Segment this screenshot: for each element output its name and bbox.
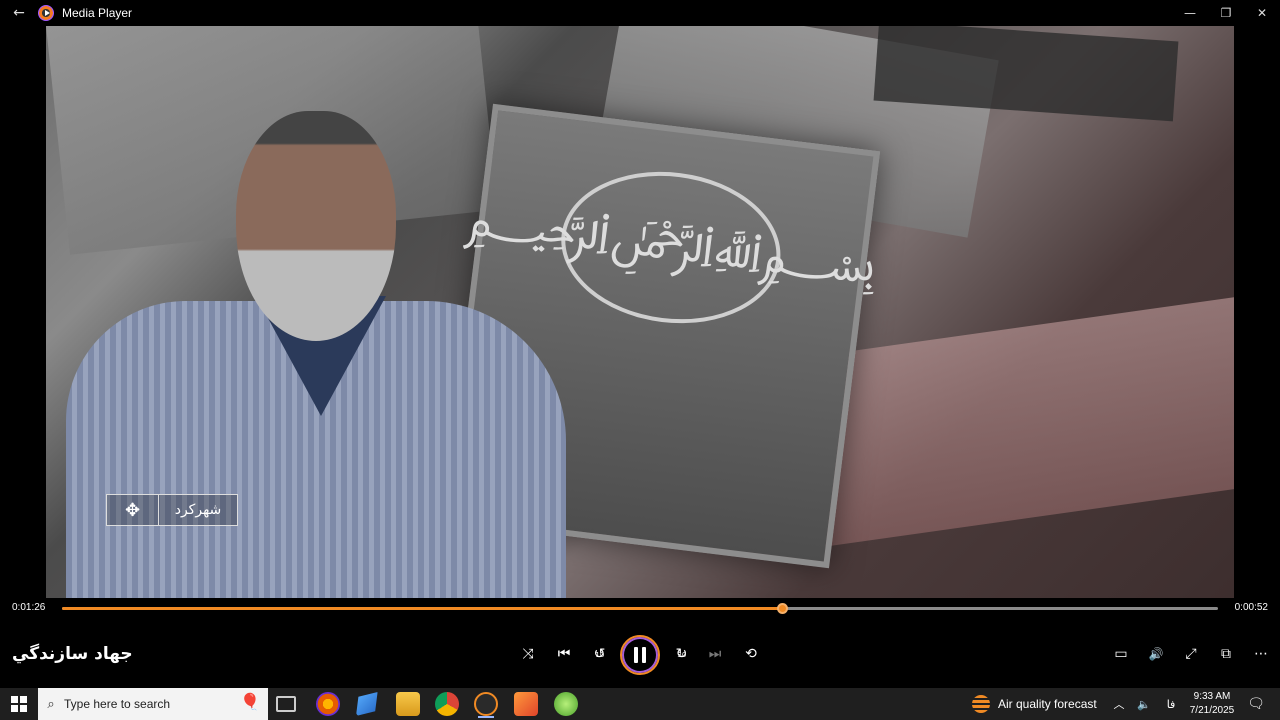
- app-icon[interactable]: [514, 692, 538, 716]
- fullscreen-button[interactable]: ⤢: [1177, 642, 1205, 666]
- media-player-app: ← Media Player — ❐ ✕ ﷽ ✥ شهرکرد 0:01:26: [0, 0, 1280, 720]
- miniplayer-icon: ⧉: [1221, 646, 1231, 662]
- captions-icon: ▭: [1114, 646, 1128, 662]
- channel-logo: ✥ شهرکرد: [106, 494, 238, 526]
- previous-button[interactable]: ⏮: [550, 642, 578, 666]
- maximize-button[interactable]: ❐: [1208, 0, 1244, 26]
- channel-logo-text: شهرکرد: [174, 502, 222, 518]
- tray-volume-button[interactable]: 🔈: [1134, 688, 1154, 720]
- next-icon: ⏭: [708, 646, 722, 662]
- window-controls: — ❐ ✕: [1172, 0, 1280, 26]
- rewind-seconds-label: 10: [595, 651, 605, 659]
- back-button[interactable]: ←: [0, 0, 38, 26]
- shuffle-icon: ⤨: [522, 646, 534, 662]
- pause-button[interactable]: [620, 635, 660, 675]
- speaker-head: [236, 111, 396, 341]
- seek-bar-fill: [62, 607, 783, 610]
- channel-mark-icon: ✥: [107, 495, 159, 525]
- window-title: Media Player: [62, 6, 133, 20]
- start-button[interactable]: [0, 688, 38, 720]
- seek-bar[interactable]: [62, 603, 1218, 614]
- seek-bar-row: 0:01:26 0:00:52: [0, 598, 1280, 618]
- clock-time: 9:33 AM: [1193, 691, 1231, 702]
- captions-button[interactable]: ▭: [1107, 642, 1135, 666]
- more-options-button[interactable]: ⋯: [1247, 642, 1275, 666]
- windows-taskbar: ⌕ Type here to search 🎈 Air quality fore…: [0, 688, 1280, 720]
- elapsed-time: 0:01:26: [12, 602, 46, 613]
- media-player-app-icon: [38, 5, 54, 21]
- rewind-10-button[interactable]: ↺ 10: [585, 642, 613, 666]
- language-indicator[interactable]: فا: [1160, 688, 1182, 720]
- search-highlight-icon: 🎈: [240, 692, 260, 711]
- search-icon: ⌕: [47, 696, 55, 712]
- weather-widget[interactable]: Air quality forecast: [972, 688, 1097, 720]
- repeat-button[interactable]: ⟲: [737, 642, 765, 666]
- notification-icon: 🗨: [1247, 696, 1265, 712]
- close-icon: ✕: [1256, 6, 1268, 20]
- volume-button[interactable]: 🔊: [1142, 642, 1170, 666]
- app-icon[interactable]: [554, 692, 578, 716]
- minimize-button[interactable]: —: [1172, 0, 1208, 26]
- forward-seconds-label: 30: [677, 651, 687, 659]
- chrome-icon[interactable]: [435, 692, 459, 716]
- taskbar-clock[interactable]: 9:33 AM 7/21/2025: [1184, 690, 1240, 718]
- shuffle-button[interactable]: ⤨: [514, 642, 542, 666]
- repeat-icon: ⟲: [745, 646, 757, 662]
- minimize-icon: —: [1184, 6, 1196, 20]
- chevron-up-icon: ︿: [1113, 698, 1125, 711]
- task-view-icon[interactable]: [276, 696, 296, 712]
- close-button[interactable]: ✕: [1244, 0, 1280, 26]
- miniplayer-button[interactable]: ⧉: [1212, 642, 1240, 666]
- more-icon: ⋯: [1254, 646, 1268, 662]
- air-quality-icon: [972, 695, 990, 713]
- transport-controls: جهاد سازندگي ⤨ ⏮ ↺ 10 ↻ 30 ⏭ ⟲ ▭ 🔊 ⤢ ⧉ ⋯: [0, 622, 1280, 686]
- firefox-icon[interactable]: [316, 692, 340, 716]
- maximize-icon: ❐: [1220, 6, 1232, 20]
- background-photo: [795, 294, 1234, 548]
- seek-bar-thumb[interactable]: [777, 603, 789, 614]
- clock-date: 7/21/2025: [1189, 705, 1235, 716]
- file-explorer-icon[interactable]: [396, 692, 420, 716]
- next-button[interactable]: ⏭: [701, 642, 729, 666]
- app-icon[interactable]: [356, 692, 378, 716]
- volume-icon: 🔊: [1148, 647, 1164, 661]
- now-playing-title: جهاد سازندگي: [12, 644, 133, 664]
- tray-overflow-button[interactable]: ︿: [1110, 688, 1128, 720]
- title-bar: ← Media Player — ❐ ✕: [0, 0, 1280, 26]
- language-label: فا: [1166, 697, 1176, 711]
- notification-button[interactable]: 🗨: [1242, 688, 1270, 720]
- previous-icon: ⏮: [557, 646, 571, 662]
- video-frame[interactable]: ﷽ ✥ شهرکرد: [46, 26, 1234, 598]
- speaker-icon: 🔈: [1137, 697, 1151, 711]
- fullscreen-icon: ⤢: [1185, 646, 1197, 662]
- media-player-taskbar-icon[interactable]: [474, 692, 498, 718]
- taskbar-search-box[interactable]: ⌕ Type here to search 🎈: [38, 688, 268, 720]
- forward-30-button[interactable]: ↻ 30: [667, 642, 695, 666]
- remaining-time: 0:00:52: [1234, 602, 1268, 613]
- book-emblem: ﷽: [462, 159, 881, 336]
- back-arrow-icon: ←: [13, 5, 25, 21]
- windows-logo-icon: [11, 696, 27, 712]
- search-placeholder: Type here to search: [64, 697, 171, 711]
- weather-text: Air quality forecast: [998, 697, 1097, 711]
